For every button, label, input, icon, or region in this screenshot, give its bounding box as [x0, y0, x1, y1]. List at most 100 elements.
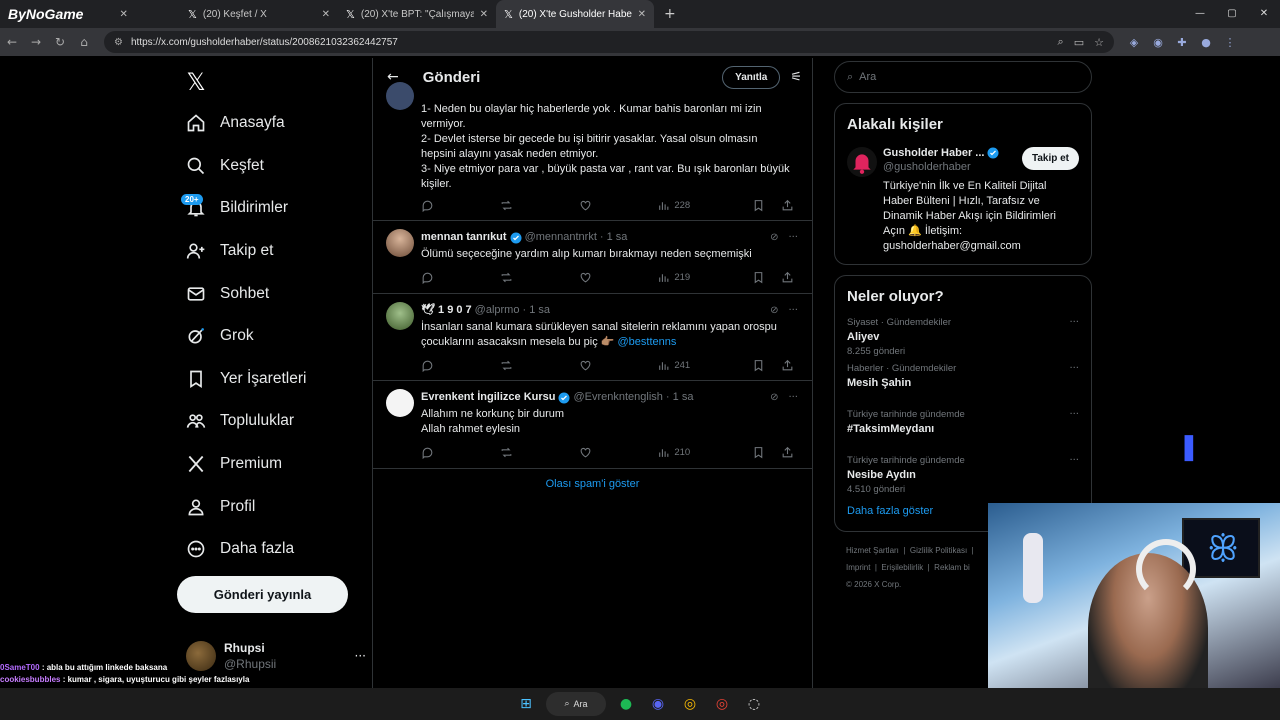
close-window-button[interactable]: ✕ [1248, 0, 1280, 28]
retweet-icon[interactable] [500, 271, 517, 284]
reply-icon[interactable] [421, 271, 438, 284]
site-info-icon[interactable]: ⚙ [114, 37, 123, 48]
views-stat[interactable]: 210 [657, 446, 690, 459]
share-icon[interactable] [781, 446, 794, 459]
new-tab-button[interactable]: + [654, 6, 686, 22]
footer-link[interactable]: Erişilebilirlik [881, 563, 923, 572]
more-icon[interactable]: ··· [1069, 363, 1079, 374]
tweet-time[interactable]: · 1 sa [522, 303, 550, 318]
trend-item[interactable]: Türkiye tarihinde gündemde Nesibe Aydın … [835, 449, 1091, 495]
star-icon[interactable]: ☆ [1094, 36, 1104, 49]
mention-link[interactable]: @besttenns [618, 336, 677, 348]
retweet-icon[interactable] [500, 199, 517, 212]
url-field[interactable]: ⚙ https://x.com/gusholderhaber/status/20… [104, 31, 1114, 53]
footer-link[interactable]: Imprint [846, 563, 870, 572]
nav-notifications[interactable]: 20+ Bildirimler [176, 187, 372, 230]
tweet-author-handle[interactable]: @Evrenkntenglish [573, 390, 662, 405]
like-icon[interactable] [579, 271, 596, 284]
grok-icon[interactable]: ⊘ [770, 390, 778, 405]
footer-link[interactable]: Gizlilik Politikası [910, 546, 967, 555]
nav-explore[interactable]: Keşfet [176, 145, 372, 188]
share-icon[interactable] [781, 359, 794, 372]
bookmark-icon[interactable] [752, 199, 765, 212]
close-icon[interactable]: ✕ [119, 9, 127, 20]
forward-icon[interactable]: → [24, 35, 48, 49]
reply-icon[interactable] [421, 359, 438, 372]
more-icon[interactable]: ··· [355, 649, 366, 663]
chrome-profile-icon[interactable]: ◎ [710, 692, 734, 716]
views-stat[interactable]: 219 [657, 271, 690, 284]
reply-icon[interactable] [421, 446, 438, 459]
show-spam-link[interactable]: Olası spam'i göster [373, 478, 812, 490]
tweet-author-handle[interactable]: @alprmo [475, 303, 520, 318]
nav-bookmarks[interactable]: Yer İşaretleri [176, 358, 372, 401]
nav-more[interactable]: Daha fazla [176, 528, 372, 571]
obs-icon[interactable]: ◌ [742, 692, 766, 716]
tweet[interactable]: mennan tanrıkut @mennantnrkt · 1 sa ⊘ ··… [373, 221, 812, 294]
footer-link[interactable]: Hizmet Şartları [846, 546, 899, 555]
bookmark-icon[interactable] [752, 446, 765, 459]
tweet[interactable]: Evrenkent İngilizce Kursu @Evrenkntengli… [373, 381, 812, 469]
more-icon[interactable]: ··· [788, 390, 798, 405]
nav-grok[interactable]: Grok [176, 315, 372, 358]
close-icon[interactable]: ✕ [638, 9, 646, 20]
tweet[interactable]: 1- Neden bu olaylar hiç haberlerde yok .… [373, 82, 812, 221]
related-person[interactable]: Gusholder Haber ... @gusholderhaber Taki… [835, 139, 1091, 264]
tweet-time[interactable]: · 1 sa [600, 230, 628, 245]
more-icon[interactable]: ··· [1069, 317, 1079, 328]
tab-gusholder[interactable]: 𝕏 (20) X'te Gusholder Haber Bülte ✕ [496, 0, 654, 28]
extension-icon[interactable]: ◉ [1146, 36, 1170, 49]
back-icon[interactable]: ← [0, 35, 24, 49]
trend-item[interactable]: Siyaset · Gündemdekiler Aliyev 8.255 gön… [835, 311, 1091, 357]
post-button[interactable]: Gönderi yayınla [177, 576, 348, 613]
bookmark-icon[interactable] [752, 271, 765, 284]
share-icon[interactable] [781, 271, 794, 284]
views-stat[interactable]: 241 [657, 359, 690, 372]
nav-premium[interactable]: Premium [176, 443, 372, 486]
grok-icon[interactable]: ⊘ [770, 303, 778, 318]
maximize-button[interactable]: ▢ [1216, 0, 1248, 28]
close-icon[interactable]: ✕ [322, 9, 330, 20]
chrome-icon[interactable]: ◎ [678, 692, 702, 716]
cast-icon[interactable]: ▭ [1074, 36, 1084, 49]
profile-icon[interactable]: ● [1194, 36, 1218, 49]
tab-bpt[interactable]: 𝕏 (20) X'te BPT: "Çalışmayan genç ✕ [338, 0, 496, 28]
minimize-button[interactable]: — [1184, 0, 1216, 28]
share-icon[interactable] [781, 199, 794, 212]
x-logo-icon[interactable]: 𝕏 [176, 62, 216, 102]
person-handle[interactable]: @gusholderhaber [883, 161, 1022, 173]
nav-communities[interactable]: Topluluklar [176, 400, 372, 443]
tweet-author-name[interactable]: Evrenkent İngilizce Kursu [421, 390, 555, 405]
tweet-author-name[interactable]: 🕊 1 9 0 7 [421, 303, 472, 318]
bookmark-icon[interactable] [752, 359, 765, 372]
tab-kesfet[interactable]: 𝕏 (20) Keşfet / X ✕ [180, 0, 338, 28]
grok-icon[interactable]: ⊘ [770, 230, 778, 245]
trend-item[interactable]: Türkiye tarihinde gündemde #TaksimMeydan… [835, 403, 1091, 449]
discord-icon[interactable]: ◉ [646, 692, 670, 716]
puzzle-icon[interactable]: ✚ [1170, 36, 1194, 49]
home-icon[interactable]: ⌂ [72, 35, 96, 49]
filter-icon[interactable]: ⚟ [790, 70, 802, 85]
taskbar-search[interactable]: ⌕ Ara [546, 692, 606, 716]
search-input[interactable]: ⌕ Ara [834, 61, 1092, 93]
person-name[interactable]: Gusholder Haber ... [883, 147, 984, 159]
reply-icon[interactable] [421, 199, 438, 212]
reply-button[interactable]: Yanıtla [722, 65, 781, 89]
retweet-icon[interactable] [500, 359, 517, 372]
shield-icon[interactable]: ◈ [1122, 36, 1146, 49]
nav-chat[interactable]: Sohbet [176, 272, 372, 315]
views-stat[interactable]: 228 [657, 199, 690, 212]
like-icon[interactable] [579, 446, 596, 459]
follow-button[interactable]: Takip et [1021, 147, 1079, 170]
nav-profile[interactable]: Profil [176, 485, 372, 528]
more-icon[interactable]: ··· [1069, 455, 1079, 466]
tab-bynogame[interactable]: ByNoGame ✕ [0, 0, 180, 28]
nav-follow[interactable]: Takip et [176, 230, 372, 273]
more-icon[interactable]: ··· [788, 303, 798, 318]
like-icon[interactable] [579, 199, 596, 212]
retweet-icon[interactable] [500, 446, 517, 459]
trend-item[interactable]: Haberler · Gündemdekiler Mesih Şahin ··· [835, 357, 1091, 403]
close-icon[interactable]: ✕ [480, 9, 488, 20]
tweet-author-handle[interactable]: @mennantnrkt [525, 230, 597, 245]
more-icon[interactable]: ··· [1069, 409, 1079, 420]
